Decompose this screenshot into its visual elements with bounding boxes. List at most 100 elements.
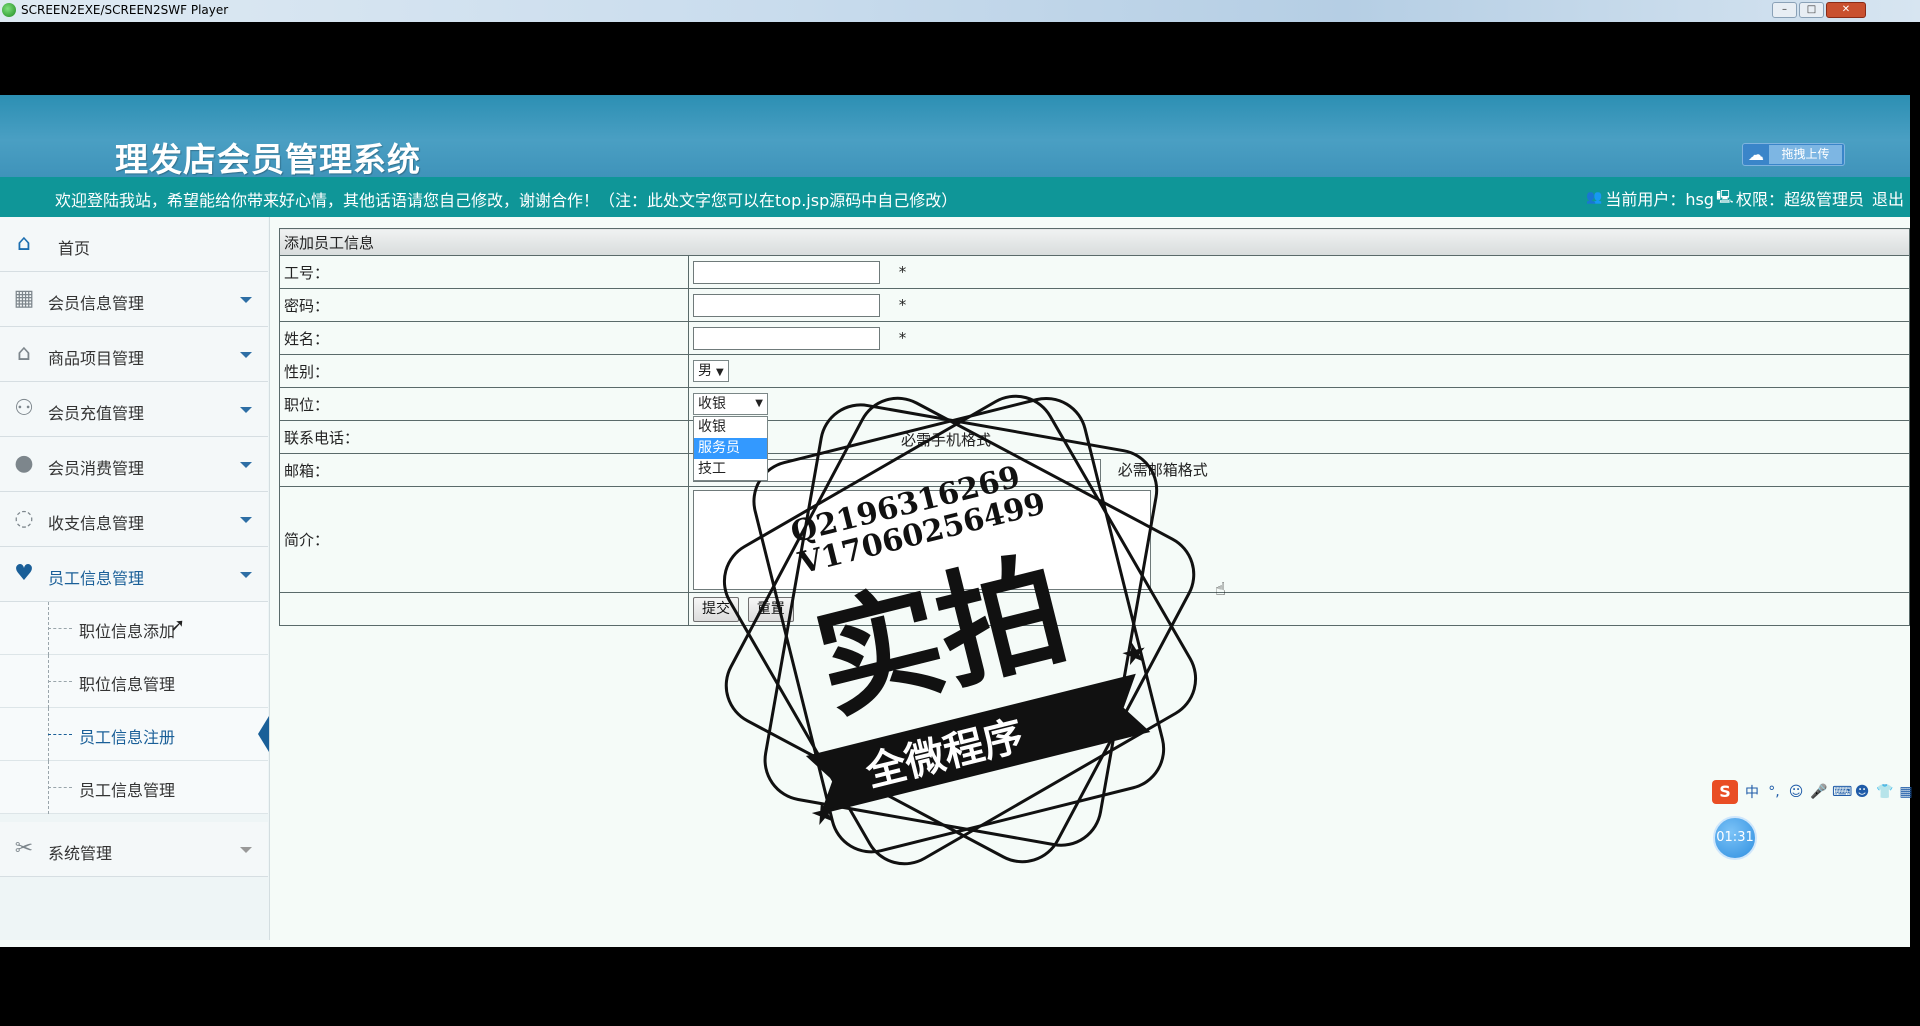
tree-line xyxy=(48,628,72,629)
close-button[interactable]: ✕ xyxy=(1826,2,1866,18)
star-icon: ★ xyxy=(1117,634,1152,674)
window-titlebar: SCREEN2EXE/SCREEN2SWF Player – □ ✕ xyxy=(0,0,1920,22)
user-group-icon: 👥 xyxy=(1586,190,1603,205)
submit-button[interactable]: 提交 xyxy=(693,596,739,622)
stamp-ribbon-text: 全微程序 xyxy=(860,713,1027,797)
id-label: 工号： xyxy=(279,255,689,289)
users-icon: ⚇ xyxy=(14,396,34,421)
phone-cell: 必需手机格式 xyxy=(688,420,1910,454)
chat-icon: ◌ xyxy=(14,506,34,531)
tree-line xyxy=(48,681,72,682)
star-icon: ★ xyxy=(807,794,842,834)
sidebar-item-consumption[interactable]: ● 会员消费管理 xyxy=(0,437,268,492)
sidebar-item-member-info[interactable]: ▦ 会员信息管理 xyxy=(0,272,268,327)
phone-label: 联系电话： xyxy=(279,420,689,454)
mic-icon[interactable]: 🎤 xyxy=(1810,784,1827,800)
sidebar-item-system[interactable]: ✂ 系统管理 xyxy=(0,822,268,877)
sidebar-item-finance[interactable]: ◌ 收支信息管理 xyxy=(0,492,268,547)
ime-lang-toggle[interactable]: 中 xyxy=(1744,782,1760,802)
intro-label: 简介： xyxy=(279,486,689,593)
keyboard-icon[interactable]: ⌨ xyxy=(1832,784,1852,800)
sidebar-item-home[interactable]: ⌂ 首页 xyxy=(0,217,268,272)
grid-icon[interactable]: ▦ xyxy=(1898,784,1914,800)
sidebar-subitem-label: 员工信息管理 xyxy=(79,781,176,800)
sidebar-subitem-staff-manage[interactable]: 员工信息管理 xyxy=(0,761,268,814)
sidebar-item-label: 会员信息管理 xyxy=(48,294,145,313)
minimize-button[interactable]: – xyxy=(1772,2,1797,18)
sidebar-item-label: 收支信息管理 xyxy=(48,514,145,533)
id-input[interactable] xyxy=(693,260,880,284)
recording-timer[interactable]: 01:31 xyxy=(1713,816,1757,860)
home-icon: ⌂ xyxy=(17,231,31,256)
gender-value: 男 xyxy=(698,363,712,379)
user-icon[interactable]: ☻ xyxy=(1854,784,1870,800)
sidebar-subitem-position-add[interactable]: 职位信息添加 xyxy=(0,602,268,655)
drag-upload-button[interactable]: ☁ 拖拽上传 xyxy=(1742,143,1845,166)
stamp-ribbon xyxy=(805,673,1151,815)
user-info: 👥 当前用户：hsg 🖳 权限：超级管理员 退出 xyxy=(1585,186,1904,210)
email-label: 邮箱： xyxy=(279,453,689,487)
sogou-logo-icon[interactable]: S xyxy=(1712,780,1738,804)
gender-cell: 男 ▼ xyxy=(688,354,1910,388)
sidebar-item-products[interactable]: ⌂ 商品项目管理 xyxy=(0,327,268,382)
web-page: 理发店会员管理系统 ☁ 拖拽上传 欢迎登陆我站，希望能给你带来好心情，其他话语请… xyxy=(0,95,1910,947)
intro-textarea[interactable] xyxy=(693,489,1151,590)
name-input[interactable] xyxy=(693,326,880,350)
actions-label-cell xyxy=(279,592,689,626)
form-row-gender: 性别： 男 ▼ xyxy=(279,354,1910,388)
logout-link[interactable]: 退出 xyxy=(1872,186,1904,210)
reset-button[interactable]: 重置 xyxy=(747,596,794,622)
tree-line xyxy=(48,734,72,735)
maximize-button[interactable]: □ xyxy=(1799,2,1824,18)
required-mark: * xyxy=(898,328,907,347)
chevron-down-icon xyxy=(240,847,252,853)
required-mark: * xyxy=(898,295,907,314)
password-input[interactable] xyxy=(693,293,880,317)
sidebar-subitem-position-manage[interactable]: 职位信息管理 xyxy=(0,655,268,708)
sidebar-item-label: 系统管理 xyxy=(48,844,113,863)
skin-icon[interactable]: 👕 xyxy=(1876,784,1893,800)
form-caption-row: 添加员工信息 xyxy=(279,228,1910,256)
required-mark: * xyxy=(898,262,907,281)
sidebar-subitem-label: 职位信息添加 xyxy=(79,622,176,641)
tools-icon: ✂ xyxy=(14,836,34,861)
permission-icon: 🖳 xyxy=(1716,190,1734,205)
letterbox-bottom xyxy=(0,947,1920,1026)
form-row-name: 姓名： * xyxy=(279,321,1910,355)
mouse-pointer-icon: ➚ xyxy=(170,615,186,636)
tree-line xyxy=(48,787,72,788)
id-cell: * xyxy=(688,255,1910,289)
form-row-password: 密码： * xyxy=(279,288,1910,322)
heart-icon: ♥ xyxy=(14,561,34,586)
sidebar-item-recharge[interactable]: ⚇ 会员充值管理 xyxy=(0,382,268,437)
cloud-icon: ☁ xyxy=(1748,145,1764,164)
position-option-highlighted[interactable]: 服务员 xyxy=(694,438,767,459)
emoji-icon[interactable]: ☺ xyxy=(1788,784,1804,800)
ime-punct-toggle[interactable]: °, xyxy=(1766,784,1782,800)
position-value: 收银 xyxy=(698,396,726,412)
chevron-down-icon xyxy=(240,572,252,578)
add-staff-form: 添加员工信息 工号： * 密码： * 姓名： * 性别： 男 ▼ 职位： 收银 … xyxy=(279,228,1910,626)
sidebar-item-staff[interactable]: ♥ 员工信息管理 xyxy=(0,547,268,602)
position-option[interactable]: 收银 xyxy=(694,417,767,438)
window-controls: – □ ✕ xyxy=(1772,2,1866,18)
form-row-id: 工号： * xyxy=(279,255,1910,289)
chevron-down-icon xyxy=(240,352,252,358)
chevron-down-icon xyxy=(240,462,252,468)
chevron-down-icon: ▼ xyxy=(755,398,763,409)
sidebar-item-label: 会员消费管理 xyxy=(48,459,145,478)
position-select[interactable]: 收银 ▼ xyxy=(693,393,768,415)
position-option[interactable]: 技工 xyxy=(694,459,767,480)
sidebar-subitem-staff-register[interactable]: 员工信息注册 xyxy=(0,708,269,761)
chevron-down-icon: ▼ xyxy=(716,367,724,378)
gender-label: 性别： xyxy=(279,354,689,388)
position-label: 职位： xyxy=(279,387,689,421)
player-app-icon xyxy=(2,3,16,17)
email-cell: 必需邮箱格式 xyxy=(688,453,1910,487)
sidebar-item-label: 员工信息管理 xyxy=(48,569,145,588)
form-row-position: 职位： 收银 ▼ 收银 服务员 技工 xyxy=(279,387,1910,481)
actions-cell: 提交 重置 xyxy=(688,592,1910,626)
name-cell: * xyxy=(688,321,1910,355)
gender-select[interactable]: 男 ▼ xyxy=(693,360,729,382)
sidebar-item-label: 商品项目管理 xyxy=(48,349,145,368)
